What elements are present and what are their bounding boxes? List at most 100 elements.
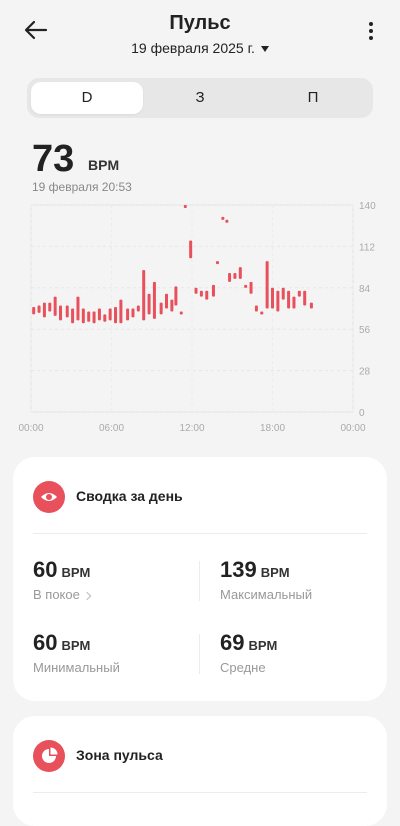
- zone-icon-badge: [33, 740, 65, 772]
- stat-max-label: Максимальный: [220, 587, 313, 602]
- summary-divider: [33, 533, 367, 534]
- chart-bar: [221, 216, 225, 220]
- tab-month[interactable]: П: [257, 82, 369, 114]
- stat-min: 60 BPM Минимальный: [33, 630, 120, 675]
- chart-bar: [119, 299, 123, 324]
- tab-week[interactable]: З: [144, 82, 256, 114]
- current-bpm-timestamp: 19 февраля 20:53: [32, 180, 132, 194]
- stat-min-label: Минимальный: [33, 660, 120, 675]
- stat-max-unit: BPM: [260, 565, 290, 580]
- period-tabs: D З П: [27, 78, 373, 118]
- chart-x-tick-label: 00:00: [340, 423, 365, 434]
- chart-bar: [244, 284, 248, 288]
- current-bpm-unit: BPM: [88, 157, 120, 173]
- chart-y-tick-label: 84: [359, 284, 371, 295]
- zone-divider: [33, 792, 367, 793]
- chart-bar: [309, 302, 313, 309]
- stat-avg-unit: BPM: [248, 638, 278, 653]
- stat-divider: [199, 634, 200, 674]
- chart-bar: [225, 219, 229, 223]
- chart-y-tick-label: 112: [359, 242, 375, 253]
- chart-bar: [297, 290, 301, 297]
- chart-bar: [159, 302, 163, 315]
- chevron-right-icon: [82, 591, 92, 600]
- chart-bar: [92, 311, 96, 324]
- summary-icon-badge: [33, 481, 65, 513]
- chart-bar: [170, 299, 174, 312]
- chart-bar: [97, 308, 101, 321]
- tab-day[interactable]: D: [31, 82, 143, 114]
- chart-bar: [103, 314, 107, 322]
- page-title: Пульс: [169, 12, 231, 34]
- chart-bar: [189, 240, 193, 259]
- chart-bar: [147, 293, 151, 315]
- more-vertical-icon: [368, 22, 374, 40]
- chart-bar: [152, 281, 156, 319]
- stat-resting-value: 60: [33, 557, 58, 582]
- chart-bar: [205, 290, 209, 300]
- stat-max: 139 BPM Максимальный: [220, 557, 312, 602]
- chart-bar: [228, 273, 232, 282]
- stat-max-value: 139: [220, 557, 257, 582]
- chart-bar: [287, 290, 291, 309]
- chart-bar: [48, 302, 52, 312]
- chart-bar: [108, 308, 112, 321]
- chart-bar: [249, 281, 253, 294]
- chart-bar: [71, 308, 75, 324]
- chart-x-tick-label: 00:00: [18, 423, 43, 434]
- stat-resting-label: В покое: [33, 587, 80, 602]
- stat-resting-unit: BPM: [61, 565, 91, 580]
- stat-avg-value: 69: [220, 630, 245, 655]
- chart-bar: [292, 296, 296, 309]
- chart-x-tick-label: 12:00: [179, 423, 204, 434]
- chart-bar: [136, 305, 140, 312]
- stat-divider: [199, 561, 200, 601]
- chart-x-tick-label: 18:00: [260, 423, 285, 434]
- daily-summary-card: Сводка за день 60 BPM В покое 139 BPM Макс…: [13, 457, 387, 701]
- current-bpm-value: 73: [32, 138, 75, 180]
- chart-bar: [199, 290, 203, 297]
- chart-bar: [87, 311, 91, 322]
- pie-chart-icon: [42, 747, 58, 763]
- chart-bar: [65, 305, 69, 318]
- chart-y-tick-label: 140: [359, 201, 376, 212]
- chart-bar: [53, 296, 57, 316]
- chart-bar: [254, 305, 258, 312]
- eye-icon: [41, 493, 57, 501]
- chart-bar: [233, 273, 237, 279]
- chart-bar: [194, 287, 198, 294]
- stat-avg: 69 BPM Средне: [220, 630, 277, 675]
- chart-bar: [260, 311, 264, 315]
- caret-down-icon: [260, 46, 269, 53]
- chart-x-tick-label: 06:00: [99, 423, 124, 434]
- chart-bar: [37, 305, 41, 313]
- chart-y-tick-label: 28: [359, 367, 371, 378]
- heart-rate-chart[interactable]: 140 112 84 56 28 0 00:00 06:00 12:00 18:00 00:00: [0, 195, 400, 440]
- chart-bar: [76, 296, 80, 321]
- chart-bar: [215, 261, 219, 265]
- chart-bar: [174, 286, 178, 306]
- chart-bar: [238, 267, 242, 279]
- chart-bar: [142, 270, 146, 321]
- chart-bar: [265, 261, 269, 309]
- heart-rate-zone-card[interactable]: Зона пульса: [13, 716, 387, 826]
- chart-y-tick-label: 0: [359, 408, 365, 419]
- stat-avg-label: Средне: [220, 660, 266, 675]
- date-selector[interactable]: 19 февраля 2025 г.: [0, 40, 400, 56]
- chart-y-tick-label: 56: [359, 325, 371, 336]
- chart-bar: [276, 290, 280, 312]
- more-menu-button[interactable]: [368, 22, 374, 42]
- date-label: 19 февраля 2025 г.: [131, 40, 255, 56]
- stat-min-value: 60: [33, 630, 58, 655]
- chart-bar: [183, 205, 187, 208]
- stat-resting[interactable]: 60 BPM В покое: [33, 557, 92, 602]
- chart-bar: [281, 287, 285, 300]
- chart-bar: [59, 305, 63, 321]
- chart-bar: [114, 307, 118, 324]
- zone-title: Зона пульса: [76, 747, 163, 763]
- stat-min-unit: BPM: [61, 638, 91, 653]
- chart-bar: [179, 311, 183, 315]
- chart-bar: [211, 284, 215, 297]
- chart-bar: [271, 287, 274, 309]
- chart-bar: [126, 308, 130, 321]
